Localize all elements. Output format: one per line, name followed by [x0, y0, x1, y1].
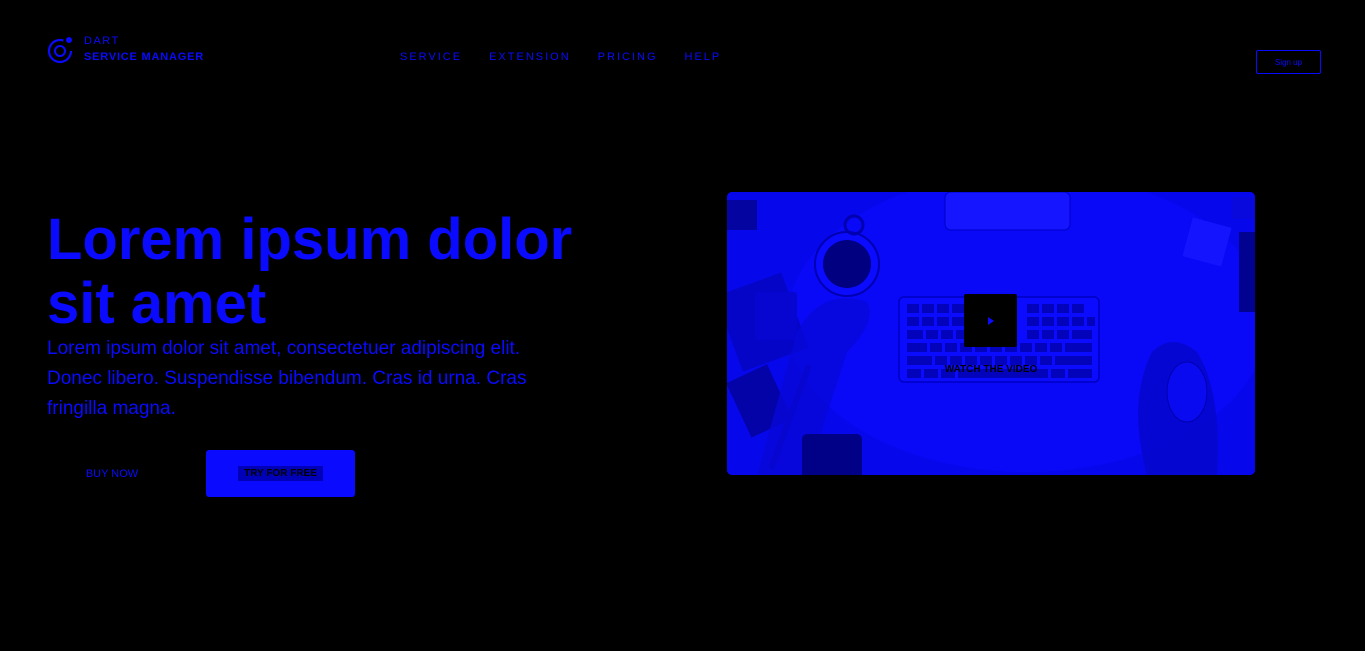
- logo-product: SERVICE MANAGER: [84, 51, 204, 63]
- main-nav: SERVICE EXTENSION PRICING HELP: [400, 51, 748, 63]
- target-refresh-icon: [47, 37, 73, 64]
- video-thumbnail[interactable]: WATCH THE VIDEO: [727, 192, 1255, 475]
- nav-item-extension[interactable]: EXTENSION: [489, 51, 571, 63]
- nav-item-help[interactable]: HELP: [685, 51, 722, 63]
- logo-brand: DART: [84, 35, 120, 47]
- hero-description: Lorem ipsum dolor sit amet, consectetuer…: [47, 338, 527, 419]
- try-for-free-label: TRY FOR FREE: [238, 466, 323, 481]
- play-button[interactable]: [964, 294, 1017, 347]
- watch-video-label[interactable]: WATCH THE VIDEO: [877, 364, 1105, 375]
- play-icon: [987, 316, 994, 325]
- logo-text: DART SERVICE MANAGER: [84, 35, 204, 64]
- hero-title: Lorem ipsum dolor sit amet: [47, 207, 573, 336]
- page: DART SERVICE MANAGER SERVICE EXTENSION P…: [0, 0, 1365, 651]
- buy-now-button[interactable]: BUY NOW: [47, 451, 177, 496]
- nav-item-pricing[interactable]: PRICING: [598, 51, 658, 63]
- try-for-free-button[interactable]: TRY FOR FREE: [206, 450, 355, 497]
- nav-item-service[interactable]: SERVICE: [400, 51, 462, 63]
- signup-button[interactable]: Sign up: [1256, 50, 1321, 74]
- logo[interactable]: DART SERVICE MANAGER: [47, 35, 204, 64]
